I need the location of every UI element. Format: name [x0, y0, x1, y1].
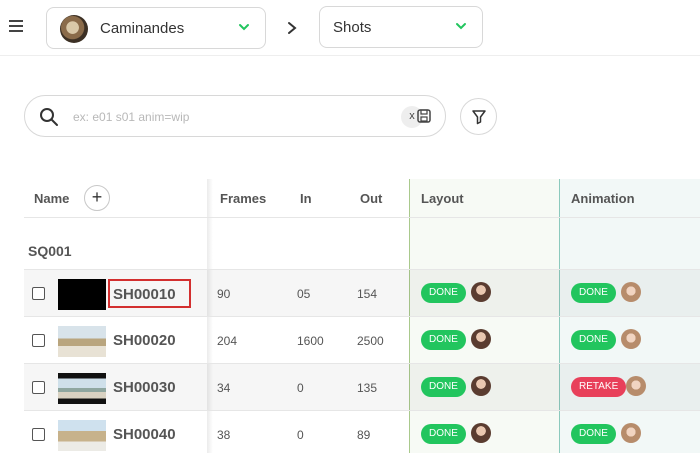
- table-row[interactable]: SH00010 90 05 154 DONE DONE: [24, 269, 700, 316]
- save-icon[interactable]: [416, 108, 432, 124]
- shot-thumbnail[interactable]: [58, 279, 106, 310]
- assignee-avatar: [471, 282, 491, 302]
- shot-name[interactable]: SH00030: [113, 379, 176, 396]
- animation-status-badge[interactable]: DONE: [571, 283, 616, 303]
- production-selector[interactable]: Caminandes: [46, 7, 266, 49]
- column-header-animation[interactable]: Animation: [571, 191, 635, 206]
- shot-name[interactable]: SH00040: [113, 426, 176, 443]
- row-checkbox[interactable]: [32, 381, 45, 394]
- frames-value[interactable]: 34: [217, 381, 230, 395]
- row-checkbox[interactable]: [32, 428, 45, 441]
- animation-status-badge[interactable]: DONE: [571, 330, 616, 350]
- column-header-name[interactable]: Name: [34, 191, 69, 206]
- search-input[interactable]: [73, 106, 363, 128]
- shot-name[interactable]: SH00010: [108, 279, 191, 308]
- table-row[interactable]: SH00020 204 1600 2500 DONE DONE: [24, 316, 700, 363]
- column-header-frames[interactable]: Frames: [220, 191, 266, 206]
- menu-icon[interactable]: [9, 20, 23, 34]
- top-bar: Caminandes Shots: [0, 0, 700, 56]
- production-name: Caminandes: [100, 20, 185, 37]
- assignee-avatar: [471, 423, 491, 443]
- layout-status-badge[interactable]: DONE: [421, 330, 466, 350]
- search-box: x: [24, 95, 446, 137]
- chevron-right-icon: [288, 22, 297, 34]
- chevron-down-icon: [239, 24, 249, 31]
- shot-thumbnail[interactable]: [58, 373, 106, 404]
- layout-status-badge[interactable]: DONE: [421, 283, 466, 303]
- frames-value[interactable]: 90: [217, 287, 230, 301]
- production-avatar: [60, 15, 88, 43]
- sequence-title: SQ001: [28, 243, 72, 259]
- filter-icon: [472, 110, 486, 125]
- shot-name[interactable]: SH00020: [113, 332, 176, 349]
- in-value[interactable]: 0: [297, 381, 304, 395]
- assignee-avatar: [626, 376, 646, 396]
- out-value[interactable]: 89: [357, 428, 370, 442]
- column-header-layout[interactable]: Layout: [421, 191, 464, 206]
- table-row[interactable]: SH00030 34 0 135 DONE RETAKE: [24, 363, 700, 410]
- animation-status-badge[interactable]: RETAKE: [571, 377, 627, 397]
- layout-status-badge[interactable]: DONE: [421, 377, 466, 397]
- table-row[interactable]: SH00040 38 0 89 DONE DONE: [24, 410, 700, 453]
- in-value[interactable]: 1600: [297, 334, 324, 348]
- in-value[interactable]: 05: [297, 287, 310, 301]
- shot-thumbnail[interactable]: [58, 420, 106, 451]
- row-checkbox[interactable]: [32, 287, 45, 300]
- out-value[interactable]: 154: [357, 287, 377, 301]
- shot-thumbnail[interactable]: [58, 326, 106, 357]
- section-selector[interactable]: Shots: [319, 6, 483, 48]
- assignee-avatar: [621, 423, 641, 443]
- assignee-avatar: [621, 329, 641, 349]
- table-header: Name + Frames In Out Layout Animation: [24, 179, 700, 218]
- animation-status-badge[interactable]: DONE: [571, 424, 616, 444]
- add-shot-button[interactable]: +: [84, 185, 110, 211]
- filter-button[interactable]: [460, 98, 497, 135]
- assignee-avatar: [621, 282, 641, 302]
- row-checkbox[interactable]: [32, 334, 45, 347]
- in-value[interactable]: 0: [297, 428, 304, 442]
- layout-status-badge[interactable]: DONE: [421, 424, 466, 444]
- out-value[interactable]: 135: [357, 381, 377, 395]
- assignee-avatar: [471, 376, 491, 396]
- frames-value[interactable]: 204: [217, 334, 237, 348]
- section-name: Shots: [333, 19, 372, 36]
- search-icon: [40, 108, 58, 126]
- assignee-avatar: [471, 329, 491, 349]
- frames-value[interactable]: 38: [217, 428, 230, 442]
- chevron-down-icon: [456, 23, 466, 30]
- out-value[interactable]: 2500: [357, 334, 384, 348]
- column-header-in[interactable]: In: [300, 191, 312, 206]
- column-header-out[interactable]: Out: [360, 191, 382, 206]
